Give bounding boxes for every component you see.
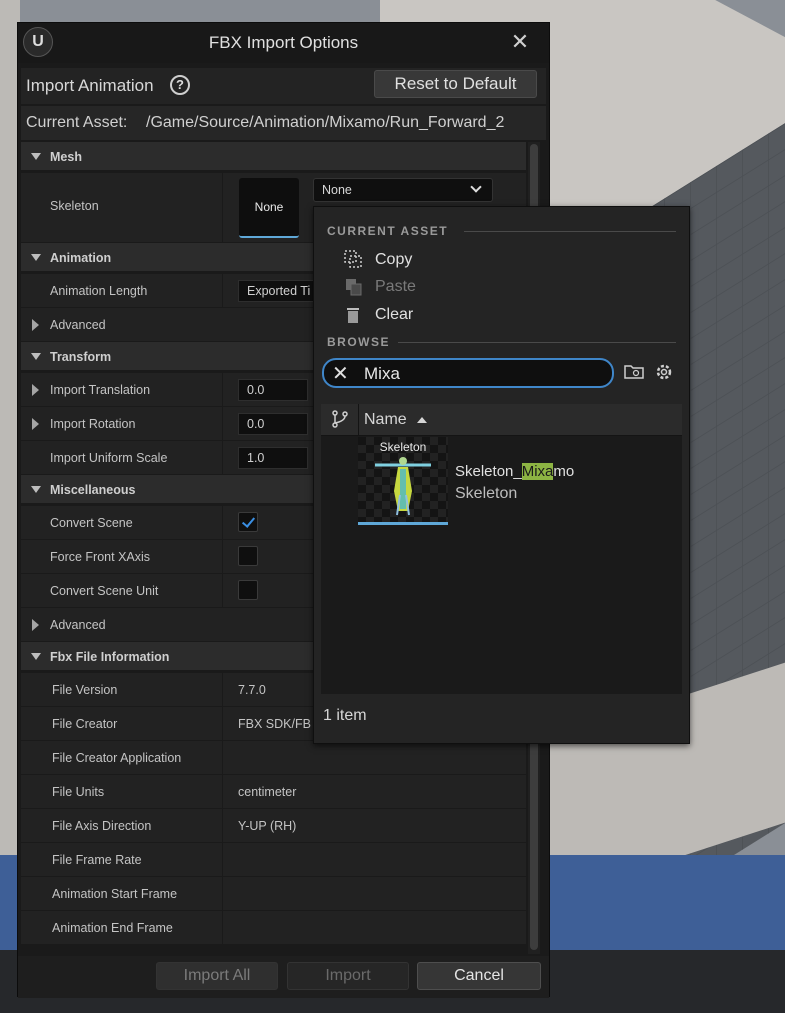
sort-ascending-icon xyxy=(417,417,427,423)
expand-arrow-icon xyxy=(32,319,39,331)
browse-header: BROWSE xyxy=(327,335,390,349)
convert-scene-unit-checkbox[interactable] xyxy=(238,580,258,600)
asset-list: Name Skeleton Skeleton_Mixamo Skeleton xyxy=(321,404,682,694)
asset-thumbnail: Skeleton xyxy=(358,437,448,525)
import-all-button[interactable]: Import All xyxy=(156,962,278,990)
import-button[interactable]: Import xyxy=(287,962,409,990)
item-count: 1 item xyxy=(323,707,367,724)
rotation-input[interactable]: 0.0 xyxy=(238,413,308,435)
asset-type: Skeleton xyxy=(455,485,518,502)
reset-to-default-button[interactable]: Reset to Default xyxy=(374,70,537,98)
current-asset-row: Current Asset: /Game/Source/Animation/Mi… xyxy=(21,106,546,140)
branch-icon[interactable] xyxy=(331,410,349,428)
info-row: Animation Start Frame xyxy=(21,877,526,911)
info-row: Animation End Frame xyxy=(21,911,526,945)
current-asset-label: Current Asset: xyxy=(26,114,128,131)
skeleton-label: Skeleton xyxy=(50,199,99,213)
asset-search-input[interactable] xyxy=(364,363,604,385)
close-icon[interactable]: ✕ xyxy=(509,31,531,53)
import-animation-label: Import Animation xyxy=(26,76,154,95)
copy-icon xyxy=(344,250,362,268)
dialog-footer: Import All Import Cancel xyxy=(18,956,549,998)
list-header: Name xyxy=(321,404,682,436)
collapse-arrow-icon xyxy=(31,254,41,261)
translation-input[interactable]: 0.0 xyxy=(238,379,308,401)
help-icon[interactable]: ? xyxy=(170,75,190,95)
asset-picker-popup: CURRENT ASSET Copy Paste Clear BROWSE ✕ xyxy=(313,206,690,744)
convert-scene-checkbox[interactable] xyxy=(238,512,258,532)
expand-arrow-icon xyxy=(32,619,39,631)
gear-icon[interactable] xyxy=(654,362,674,382)
skeleton-combo[interactable]: None xyxy=(313,178,493,202)
scale-input[interactable]: 1.0 xyxy=(238,447,308,469)
info-row: File Frame Rate xyxy=(21,843,526,877)
expand-arrow-icon[interactable] xyxy=(32,384,39,396)
name-column-header[interactable]: Name xyxy=(364,411,407,429)
import-header-row: Import Animation ? Reset to Default xyxy=(21,68,546,104)
skeleton-thumbnail[interactable]: None xyxy=(239,178,299,238)
info-row: File Units centimeter xyxy=(21,775,526,809)
skeleton-combo-value: None xyxy=(322,183,352,197)
expand-arrow-icon[interactable] xyxy=(32,418,39,430)
paste-icon xyxy=(346,279,362,296)
clear-search-icon[interactable]: ✕ xyxy=(332,363,349,385)
title-bar[interactable]: U FBX Import Options ✕ xyxy=(18,23,549,63)
collapse-arrow-icon xyxy=(31,153,41,160)
collapse-arrow-icon xyxy=(31,653,41,660)
trash-icon xyxy=(347,308,359,323)
asset-search-box[interactable]: ✕ xyxy=(322,358,614,388)
asset-name: Skeleton_Mixamo xyxy=(455,463,575,480)
info-row: File Axis Direction Y-UP (RH) xyxy=(21,809,526,843)
force-front-xaxis-checkbox[interactable] xyxy=(238,546,258,566)
chevron-down-icon xyxy=(470,181,482,193)
current-asset-header: CURRENT ASSET xyxy=(327,224,449,238)
collapse-arrow-icon xyxy=(31,486,41,493)
collapse-arrow-icon xyxy=(31,353,41,360)
current-asset-path: /Game/Source/Animation/Mixamo/Run_Forwar… xyxy=(146,114,505,131)
skeleton-figure-icon xyxy=(375,457,431,516)
search-highlight: Mixa xyxy=(521,463,554,480)
category-mesh[interactable]: Mesh xyxy=(21,142,526,173)
dialog-title: FBX Import Options xyxy=(208,33,359,52)
cancel-button[interactable]: Cancel xyxy=(417,962,541,990)
info-row: File Creator Application xyxy=(21,741,526,775)
folder-icon[interactable] xyxy=(624,363,644,379)
